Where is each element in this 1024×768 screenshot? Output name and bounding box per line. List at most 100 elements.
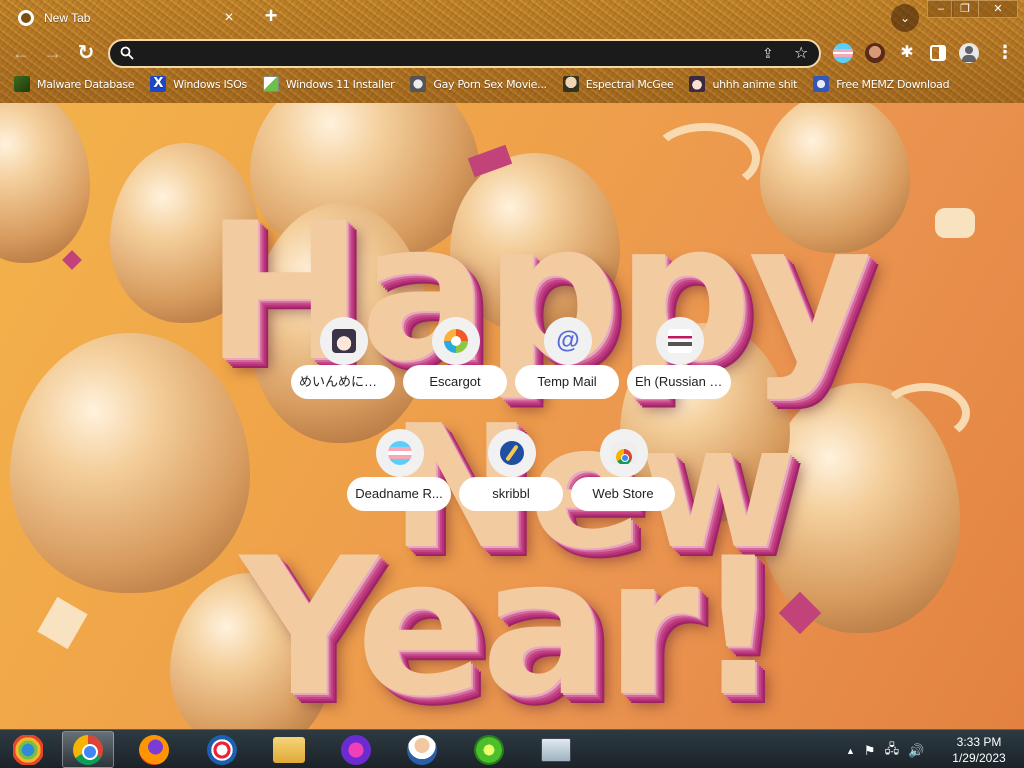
taskbar-firefox[interactable] <box>128 731 180 768</box>
bookmark-label: Espectral McGee <box>585 77 674 91</box>
shortcut-temp-mail[interactable]: @ Temp Mail <box>515 317 621 413</box>
tab-close-button[interactable]: × <box>220 9 238 27</box>
bookmark-malware-database[interactable]: Malware Database <box>14 76 135 92</box>
shortcut-icon-circle <box>600 429 648 477</box>
anime-icon <box>689 76 706 92</box>
reload-button[interactable]: ↻ <box>73 40 99 66</box>
at-sign-icon: @ <box>556 327 580 354</box>
taskbar: ▲ ⚑ 🖧 🔊 3:33 PM 1/29/2023 <box>0 729 1024 768</box>
x-logo-icon: X <box>150 76 167 92</box>
tab-strip: New Tab × + ⌄ – ❐ ✕ <box>0 0 1024 36</box>
shortcut-icon-circle <box>488 429 536 477</box>
memz-icon <box>813 76 830 92</box>
bookmark-windows-11-installer[interactable]: Windows 11 Installer <box>262 76 395 92</box>
avatar-face-icon[interactable] <box>865 43 885 63</box>
taskbar-chrome[interactable] <box>62 731 114 768</box>
back-button[interactable]: ← <box>8 40 34 66</box>
taskbar-obama-app[interactable] <box>196 731 248 768</box>
profile-icon[interactable] <box>959 43 979 63</box>
mask-app-icon <box>341 734 371 765</box>
volume-icon[interactable]: 🔊 <box>908 743 924 759</box>
omnibox-input[interactable] <box>144 43 744 64</box>
confetti <box>37 596 88 650</box>
clock[interactable]: 3:33 PM 1/29/2023 <box>944 734 1014 766</box>
toolbar: ← → ↻ ⇪ ☆ ✱ ⋮ <box>0 36 1024 70</box>
shortcut-label: skribbl <box>459 477 563 511</box>
monitor-app-icon <box>541 737 571 762</box>
shortcut-web-store[interactable]: Web Store <box>571 429 677 525</box>
bookmark-label: Windows 11 Installer <box>285 77 395 91</box>
shortcut-icon-circle <box>432 317 480 365</box>
globe-icon <box>18 10 34 26</box>
shortcut-eh-russian[interactable]: Eh (Russian g... <box>627 317 733 413</box>
tab-new-tab[interactable]: New Tab × <box>8 2 248 34</box>
shortcut-label: Deadname R... <box>347 477 451 511</box>
site-icon <box>410 76 427 92</box>
forward-button[interactable]: → <box>40 40 66 66</box>
bookmark-star-icon[interactable]: ☆ <box>794 43 808 63</box>
browser-chrome: New Tab × + ⌄ – ❐ ✕ ← → ↻ ⇪ ☆ ✱ ⋮ Malwar… <box>0 0 1024 103</box>
share-icon[interactable]: ⇪ <box>762 45 774 62</box>
firefox-icon <box>139 734 169 765</box>
maximize-button[interactable]: ❐ <box>951 0 979 18</box>
clock-time: 3:33 PM <box>956 735 1002 749</box>
search-icon <box>120 46 134 60</box>
side-panel-icon[interactable] <box>930 45 946 61</box>
shortcut-label: Temp Mail <box>515 365 619 399</box>
confetti <box>935 208 975 238</box>
bookmark-free-memz[interactable]: Free MEMZ Download <box>813 76 950 92</box>
trans-flag-icon[interactable] <box>833 43 853 63</box>
wallpaper-text-year: Year! <box>240 517 782 729</box>
shortcut-escargot[interactable]: Escargot <box>403 317 509 413</box>
bookmark-site[interactable]: Gay Porn Sex Movie... <box>410 76 547 92</box>
system-tray: ▲ ⚑ 🖧 🔊 <box>846 740 924 762</box>
taskbar-file-explorer[interactable] <box>263 731 315 768</box>
malware-icon <box>14 76 30 92</box>
bookmark-windows-isos[interactable]: X Windows ISOs <box>150 76 247 92</box>
skribbl-icon <box>500 441 524 465</box>
bookmark-label: uhhh anime shit <box>712 77 798 91</box>
taskbar-mask-app[interactable] <box>330 731 382 768</box>
start-button[interactable] <box>2 731 54 768</box>
close-window-button[interactable]: ✕ <box>978 0 1018 18</box>
webstore-icon <box>611 442 637 464</box>
shortcut-skribbl[interactable]: skribbl <box>459 429 565 525</box>
taskbar-lime-app[interactable] <box>463 731 515 768</box>
shortcut-label: Escargot <box>403 365 507 399</box>
bookmark-anime[interactable]: uhhh anime shit <box>689 76 797 92</box>
bookmark-label: Gay Porn Sex Movie... <box>433 77 547 91</box>
escargot-icon <box>444 329 468 353</box>
chrome-icon <box>73 734 103 765</box>
avatar-icon <box>562 76 579 92</box>
shortcut-icon-circle <box>376 429 424 477</box>
ribbon <box>880 383 970 443</box>
shortcut-label: めいんめにゅ... <box>291 365 395 399</box>
anime-avatar-icon <box>332 329 356 353</box>
lime-app-icon <box>474 734 504 765</box>
tray-expand-icon[interactable]: ▲ <box>846 746 855 756</box>
file-explorer-icon <box>273 736 305 763</box>
taskbar-monitor-app[interactable] <box>530 731 582 768</box>
obama-logo-icon <box>207 734 237 765</box>
network-icon[interactable]: 🖧 <box>885 740 900 762</box>
windows-installer-icon <box>262 76 279 92</box>
clock-date: 1/29/2023 <box>952 751 1006 765</box>
new-tab-page: Happy New Year! めいんめにゅ... Escargot @ Tem… <box>0 103 1024 729</box>
new-tab-button[interactable]: + <box>258 4 284 30</box>
action-center-flag-icon[interactable]: ⚑ <box>864 743 876 759</box>
bookmark-label: Malware Database <box>37 77 135 91</box>
doctor-app-icon <box>407 734 437 765</box>
shortcut-main-menu[interactable]: めいんめにゅ... <box>291 317 397 413</box>
puzzle-icon[interactable]: ✱ <box>897 43 917 63</box>
menu-button[interactable]: ⋮ <box>996 42 1014 62</box>
bookmark-espectral-mcgee[interactable]: Espectral McGee <box>562 76 674 92</box>
omnibox[interactable]: ⇪ ☆ <box>108 39 821 68</box>
shortcut-deadname[interactable]: Deadname R... <box>347 429 453 525</box>
bookmarks-bar: Malware Database X Windows ISOs Windows … <box>0 72 1024 96</box>
bookmark-label: Free MEMZ Download <box>836 77 950 91</box>
flag-icon <box>668 329 692 353</box>
taskbar-doctor-app[interactable] <box>396 731 448 768</box>
start-orb-icon <box>13 734 43 765</box>
tab-search-button[interactable]: ⌄ <box>891 4 919 32</box>
shortcut-icon-circle <box>656 317 704 365</box>
